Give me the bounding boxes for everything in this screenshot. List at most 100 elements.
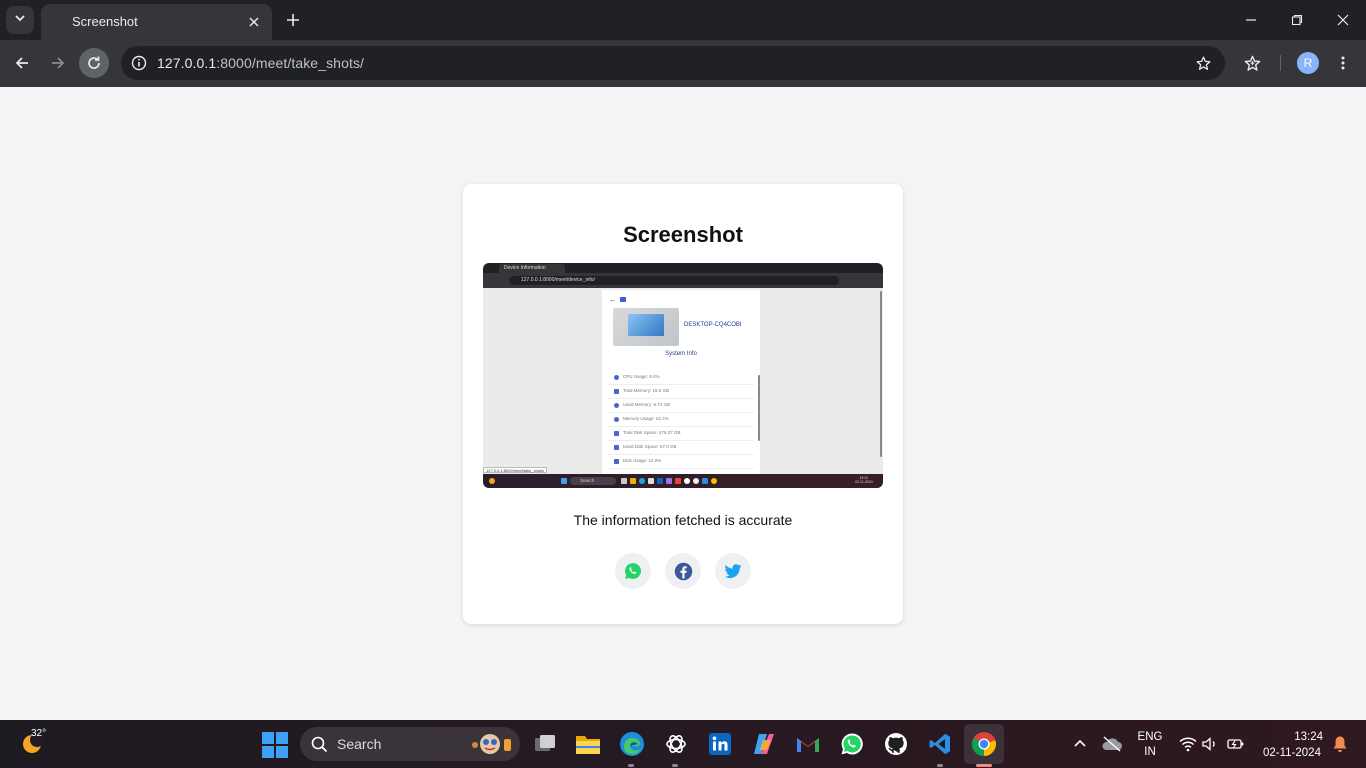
restore-button[interactable] [1274, 0, 1320, 40]
profile-initial: R [1303, 56, 1313, 70]
screenshot-card: Screenshot Device Information 127.0.0.1:… [463, 184, 903, 624]
onedrive-button[interactable] [1098, 730, 1126, 758]
tab-title: Screenshot [72, 14, 138, 29]
list-icon [614, 445, 619, 450]
task-view-button[interactable] [531, 730, 559, 758]
shot-info-row: CPU Usage: 9.4% [608, 371, 754, 385]
shot-address-bar: 127.0.0.1:8000/meet/device_info/ [509, 276, 839, 285]
shot-search-label: Search [580, 478, 595, 483]
vscode-icon [929, 734, 950, 754]
toolbar-divider [1280, 55, 1281, 71]
app-icon [621, 478, 627, 484]
shot-hostname: DESKTOP-CQ4COBI [684, 322, 742, 328]
site-info-icon[interactable] [129, 53, 149, 73]
language-indicator[interactable]: ENG IN [1134, 730, 1166, 760]
laptop-icon [614, 389, 619, 394]
shot-row-text: Total Disk Space: 476.37 GB [623, 430, 681, 435]
copilot-icon [754, 734, 774, 754]
shot-info-row: Total Disk Space: 476.37 GB [608, 427, 754, 441]
shot-row-text: Total Memory: 15.6 GB [623, 388, 670, 393]
edge-button[interactable] [618, 730, 646, 758]
vscode-icon [702, 478, 708, 484]
start-button[interactable] [262, 732, 288, 758]
clock-date: 02-11-2024 [1263, 747, 1321, 759]
running-indicator [937, 764, 943, 767]
active-indicator [976, 764, 992, 767]
shot-device-panel: ← DESKTOP-CQ4COBI System Info CPU Usage:… [602, 290, 760, 474]
volume-button[interactable] [1196, 730, 1224, 758]
clock[interactable]: 13:24 02-11-2024 [1254, 729, 1330, 761]
shot-page: ← DESKTOP-CQ4COBI System Info CPU Usage:… [483, 288, 883, 474]
twitter-icon [724, 564, 742, 579]
chatgpt-button[interactable] [662, 730, 690, 758]
battery-button[interactable] [1222, 730, 1250, 758]
plus-icon [287, 14, 299, 26]
back-arrow-icon: ← [609, 295, 617, 304]
close-window-button[interactable] [1320, 0, 1366, 40]
search-highlight-icon [470, 731, 514, 762]
tab-search-button[interactable] [6, 6, 34, 34]
star-list-icon [1244, 55, 1260, 71]
address-bar[interactable]: 127.0.0.1:8000/meet/take_shots/ [121, 46, 1225, 80]
arrow-left-icon [15, 57, 28, 69]
new-tab-button[interactable] [281, 8, 305, 32]
back-button[interactable] [7, 48, 37, 78]
reload-button[interactable] [79, 48, 109, 78]
forward-button[interactable] [43, 48, 73, 78]
bookmark-star-button[interactable] [1193, 53, 1213, 73]
chevron-up-icon [1074, 739, 1086, 747]
share-whatsapp-button[interactable] [615, 553, 651, 589]
file-explorer-button[interactable] [574, 730, 602, 758]
copilot-button[interactable] [750, 730, 778, 758]
shot-row-text: Memory Usage: 52.4% [623, 416, 669, 421]
shot-section-title: System Info [665, 351, 697, 357]
show-hidden-icons-button[interactable] [1066, 730, 1094, 758]
github-button[interactable] [882, 730, 910, 758]
edge-icon [620, 732, 644, 756]
screenshot-caption: The information fetched is accurate [573, 512, 793, 528]
shot-info-row: Disk Usage: 12.0% [608, 455, 754, 469]
vscode-button[interactable] [926, 730, 954, 758]
gmail-button[interactable] [794, 730, 822, 758]
github-icon [885, 733, 907, 755]
info-icon [614, 375, 619, 380]
extensions-button[interactable] [1241, 52, 1263, 74]
browser-menu-button[interactable] [1332, 52, 1354, 74]
shot-row-text: CPU Usage: 9.4% [623, 374, 660, 379]
linkedin-button[interactable] [706, 730, 734, 758]
language-code: ENG [1137, 731, 1163, 743]
kebab-menu-icon [1341, 56, 1345, 70]
minimize-button[interactable] [1228, 0, 1274, 40]
running-indicator [628, 764, 634, 767]
close-tab-button[interactable] [244, 12, 264, 32]
shot-tab-title: Device Information [504, 265, 546, 271]
shot-info-row: Used Disk Space: 57.0 GB [608, 441, 754, 455]
chrome-button[interactable] [970, 730, 998, 758]
windows-logo-tile [276, 732, 288, 744]
notifications-button[interactable] [1326, 730, 1354, 758]
chatgpt-icon [648, 478, 654, 484]
shot-page-scrollbar [880, 291, 882, 457]
chatgpt-icon [666, 735, 686, 753]
shot-row-text: Used Disk Space: 57.0 GB [623, 444, 677, 449]
minimize-icon [1246, 19, 1256, 21]
profile-avatar[interactable]: R [1297, 52, 1319, 74]
camera-icon [620, 297, 626, 302]
folder-icon [576, 736, 600, 754]
info-icon [614, 417, 619, 422]
taskbar-search-box[interactable]: Search [300, 727, 520, 761]
list-icon [614, 459, 619, 464]
arrow-right-icon [52, 57, 65, 69]
tab-screenshot[interactable]: Screenshot [41, 4, 272, 40]
linkedin-icon [709, 733, 731, 755]
share-facebook-button[interactable] [665, 553, 701, 589]
whatsapp-icon [625, 563, 641, 579]
linkedin-icon [657, 478, 663, 484]
gmail-icon [675, 478, 681, 484]
volume-icon [1202, 737, 1215, 751]
whatsapp-app-button[interactable] [838, 730, 866, 758]
shot-toolbar: 127.0.0.1:8000/meet/device_info/ [483, 273, 883, 288]
share-twitter-button[interactable] [715, 553, 751, 589]
page-title: Screenshot [623, 222, 743, 247]
windows-icon [561, 478, 567, 484]
